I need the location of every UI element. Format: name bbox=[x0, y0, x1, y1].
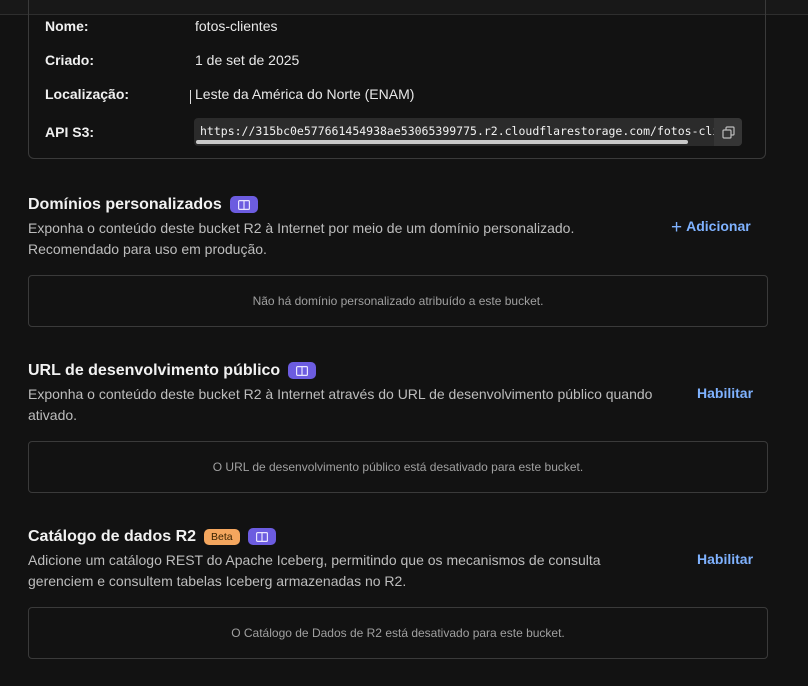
custom-domains-title: Domínios personalizados bbox=[28, 196, 258, 214]
data-catalog-title-text: Catálogo de dados R2 bbox=[28, 528, 197, 545]
add-domain-label: Adicionar bbox=[686, 218, 751, 234]
created-label: Criado: bbox=[45, 52, 94, 68]
docs-badge[interactable] bbox=[247, 528, 276, 546]
enable-public-url-button[interactable]: Habilitar bbox=[697, 385, 753, 401]
location-value: Leste da América do Norte (ENAM) bbox=[195, 86, 415, 102]
add-domain-button[interactable]: + Adicionar bbox=[671, 217, 751, 239]
docs-badge[interactable] bbox=[288, 362, 317, 380]
custom-domains-title-text: Domínios personalizados bbox=[28, 196, 222, 213]
book-icon bbox=[255, 531, 268, 542]
data-catalog-title: Catálogo de dados R2 Beta bbox=[28, 528, 276, 546]
s3-api-field[interactable]: https://315bc0e577661454938ae53065399775… bbox=[194, 118, 742, 146]
name-value: fotos-clientes bbox=[195, 18, 278, 34]
plus-icon: + bbox=[671, 217, 683, 238]
public-dev-url-title: URL de desenvolvimento público bbox=[28, 362, 317, 380]
public-dev-url-description: Exponha o conteúdo deste bucket R2 à Int… bbox=[28, 386, 653, 423]
copy-button[interactable] bbox=[714, 118, 742, 146]
custom-domains-empty-state: Não há domínio personalizado atribuído a… bbox=[28, 275, 768, 327]
public-dev-url-title-text: URL de desenvolvimento público bbox=[28, 362, 281, 379]
docs-badge[interactable] bbox=[229, 196, 258, 214]
book-icon bbox=[296, 365, 309, 376]
s3-api-label: API S3: bbox=[45, 124, 95, 140]
book-icon bbox=[237, 199, 250, 210]
name-label: Nome: bbox=[45, 18, 89, 34]
public-dev-url-empty-state: O URL de desenvolvimento público está de… bbox=[28, 441, 768, 493]
s3-scrollbar[interactable] bbox=[196, 140, 688, 144]
data-catalog-empty-state: O Catálogo de Dados de R2 está desativad… bbox=[28, 607, 768, 659]
s3-api-value[interactable]: https://315bc0e577661454938ae53065399775… bbox=[200, 124, 714, 138]
data-catalog-description: Adicione um catálogo REST do Apache Iceb… bbox=[28, 552, 601, 589]
beta-badge: Beta bbox=[204, 528, 240, 545]
copy-icon bbox=[721, 125, 735, 139]
created-value: 1 de set de 2025 bbox=[195, 52, 300, 68]
custom-domains-description: Exponha o conteúdo deste bucket R2 à Int… bbox=[28, 220, 575, 257]
enable-data-catalog-button[interactable]: Habilitar bbox=[697, 551, 753, 567]
location-label: Localização: bbox=[45, 86, 130, 102]
